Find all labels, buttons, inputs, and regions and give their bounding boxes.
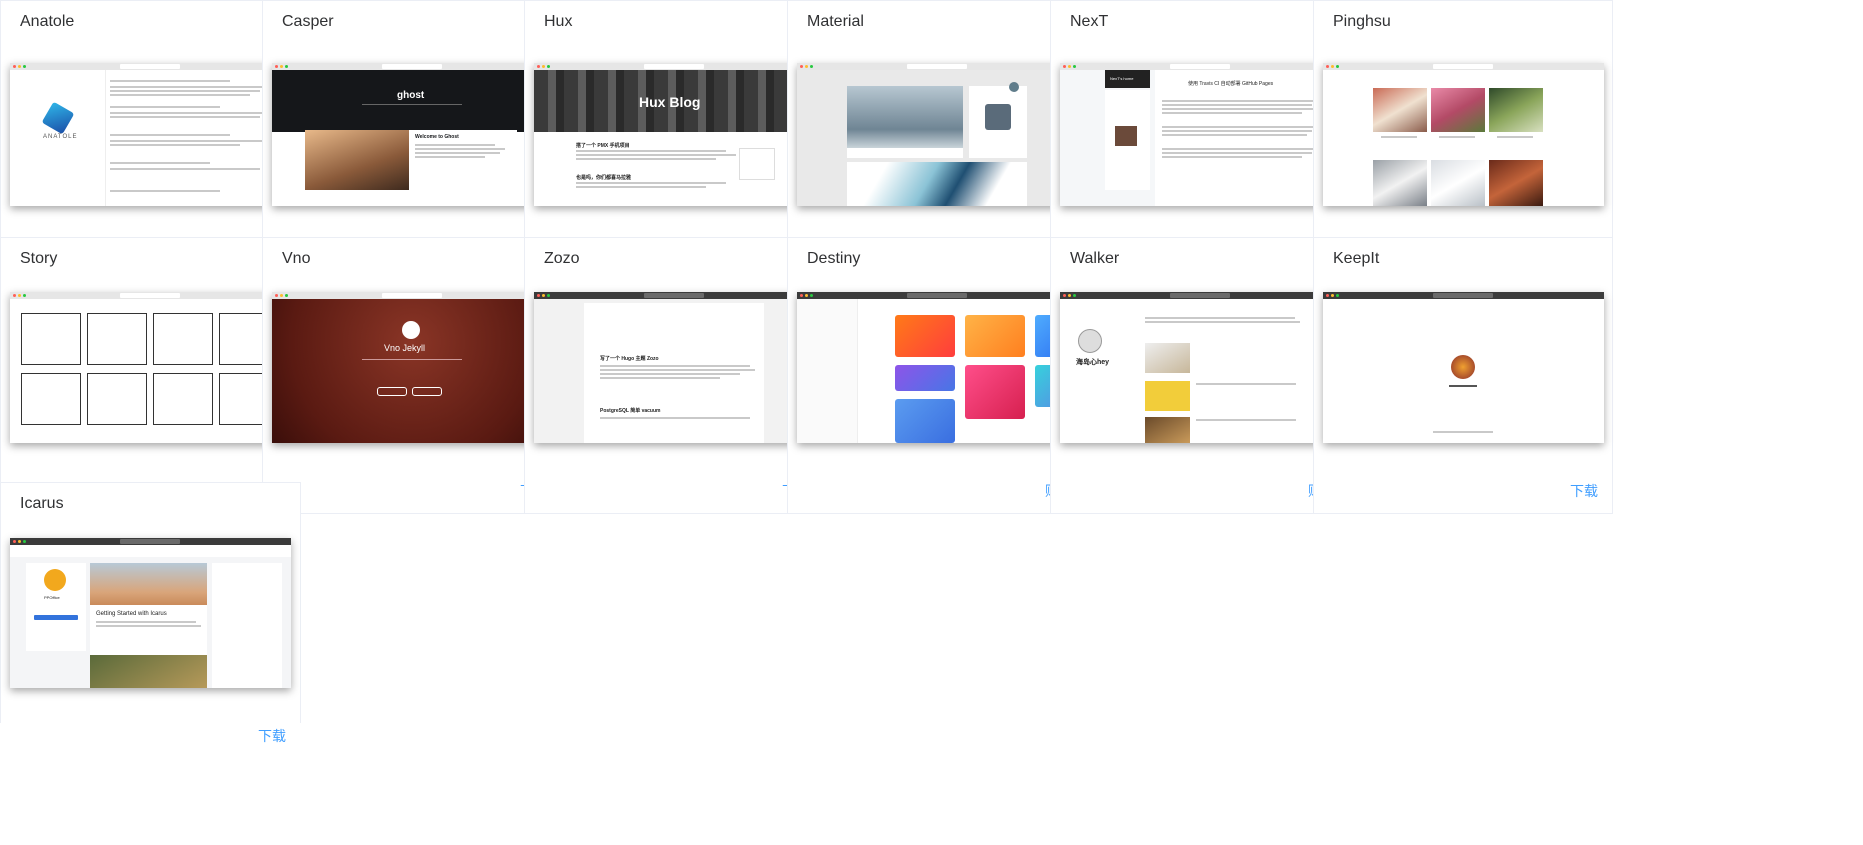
theme-title: NexT xyxy=(1070,13,1109,30)
download-button[interactable]: 下载 xyxy=(258,726,286,746)
theme-card-icarus: Icarus PPOffice Getting Started with Ica… xyxy=(0,482,301,744)
icarus-user: PPOffice xyxy=(44,595,60,600)
theme-card-story: Story 下载 xyxy=(0,237,301,514)
theme-card-pinghsu: Pinghsu 下载 xyxy=(1313,0,1613,277)
theme-preview xyxy=(1323,292,1604,443)
theme-card-casper: Casper ghost Welcome to Ghost 下载 xyxy=(262,0,563,277)
theme-title: Walker xyxy=(1070,250,1120,267)
theme-title: Vno xyxy=(282,250,311,267)
theme-card-anatole: Anatole ANATOLE 下载 xyxy=(0,0,301,277)
theme-title: Story xyxy=(20,250,58,267)
theme-card-next: NexT NexT's home 使用 Travis CI 自动部署 GitHu… xyxy=(1050,0,1351,277)
theme-preview: 海岛心hey xyxy=(1060,292,1341,443)
theme-title: Icarus xyxy=(20,495,64,512)
theme-preview: ANATOLE xyxy=(10,63,291,206)
theme-preview xyxy=(10,292,291,443)
theme-preview xyxy=(797,63,1078,206)
theme-title: Material xyxy=(807,13,864,30)
theme-card-zozo: Zozo 写了一个 Hugo 主题 Zozo PostgreSQL 简单 vac… xyxy=(524,237,825,514)
theme-title: Casper xyxy=(282,13,334,30)
theme-card-hux: Hux Hux Blog 搭了一个 PMX 手机项目 也是吗，你们都喜马拉雅 下… xyxy=(524,0,825,277)
theme-title: Zozo xyxy=(544,250,580,267)
theme-card-destiny: Destiny 购买 xyxy=(787,237,1088,514)
hux-post-2: 也是吗，你们都喜马拉雅 xyxy=(576,175,632,181)
theme-preview xyxy=(797,292,1078,443)
icarus-post-title: Getting Started with Icarus xyxy=(96,611,167,617)
zozo-post-2: PostgreSQL 简单 vacuum xyxy=(600,408,661,414)
theme-card-keepit: KeepIt 下载 xyxy=(1313,237,1613,514)
theme-preview: Hux Blog 搭了一个 PMX 手机项目 也是吗，你们都喜马拉雅 xyxy=(534,63,815,206)
hux-title: Hux Blog xyxy=(639,94,701,110)
theme-preview xyxy=(1323,63,1604,206)
theme-preview: 写了一个 Hugo 主题 Zozo PostgreSQL 简单 vacuum xyxy=(534,292,815,443)
theme-title: Hux xyxy=(544,13,573,30)
vno-title: Vno Jekyll xyxy=(384,343,426,353)
next-post-title: 使用 Travis CI 自动部署 GitHub Pages xyxy=(1188,81,1274,87)
casper-post-title: Welcome to Ghost xyxy=(415,134,459,140)
theme-preview: Vno Jekyll xyxy=(272,292,553,443)
theme-title: Pinghsu xyxy=(1333,13,1391,30)
walker-name: 海岛心hey xyxy=(1076,359,1110,366)
theme-card-material: Material 下载 xyxy=(787,0,1088,277)
theme-title: Anatole xyxy=(20,13,75,30)
zozo-post-1: 写了一个 Hugo 主题 Zozo xyxy=(600,356,659,362)
theme-card-walker: Walker 海岛心hey 购买 xyxy=(1050,237,1351,514)
theme-grid: Anatole ANATOLE 下载 xyxy=(0,0,1863,845)
theme-card-vno: Vno Vno Jekyll 下载 xyxy=(262,237,563,514)
download-button[interactable]: 下载 xyxy=(1570,481,1598,501)
theme-title: Destiny xyxy=(807,250,861,267)
next-site-title: NexT's home xyxy=(1110,76,1134,81)
hux-post-1: 搭了一个 PMX 手机项目 xyxy=(576,143,630,149)
theme-preview: PPOffice Getting Started with Icarus xyxy=(10,538,291,688)
casper-brand: ghost xyxy=(397,90,425,101)
theme-preview: NexT's home 使用 Travis CI 自动部署 GitHub Pag… xyxy=(1060,63,1341,206)
theme-preview: ghost Welcome to Ghost xyxy=(272,63,553,206)
theme-title: KeepIt xyxy=(1333,250,1380,267)
anatole-logo: ANATOLE xyxy=(43,134,78,140)
